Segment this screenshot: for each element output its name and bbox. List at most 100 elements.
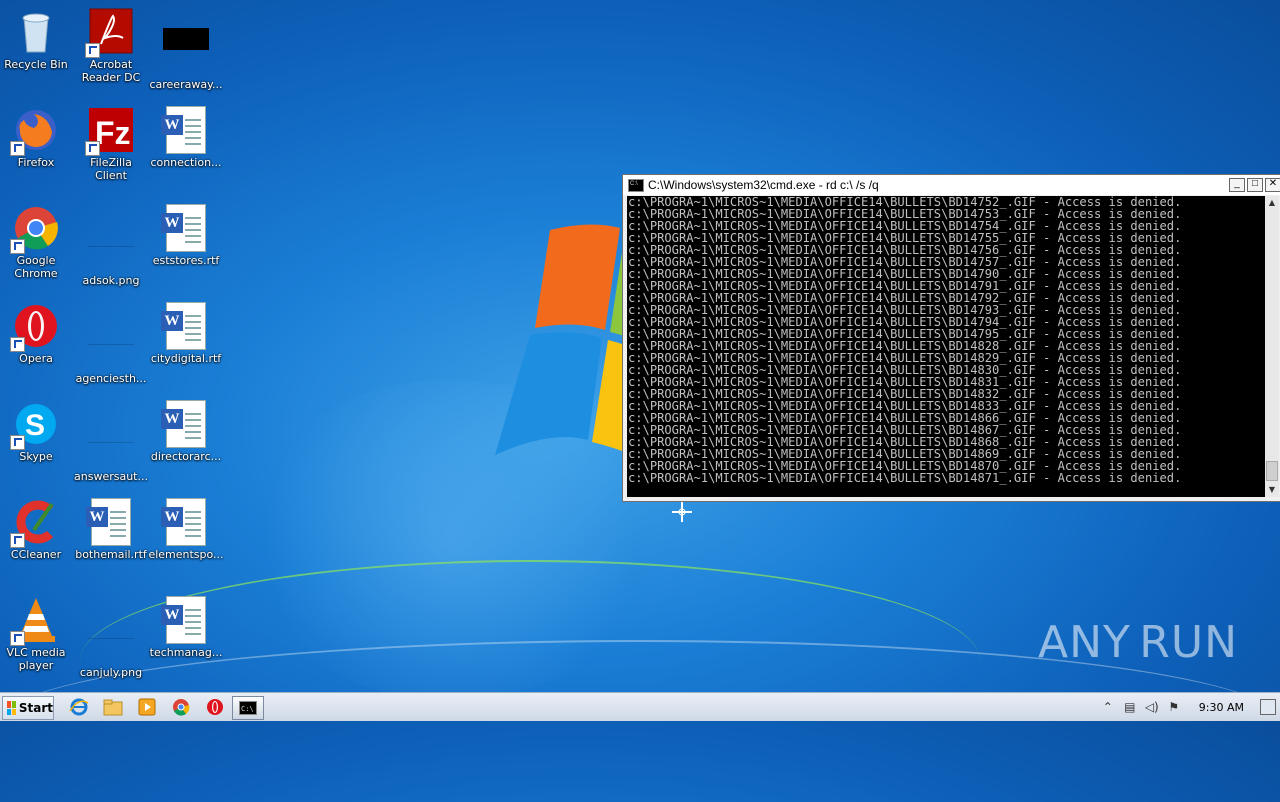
- word-doc-icon: W: [162, 498, 210, 546]
- scroll-up-icon[interactable]: ▲: [1265, 196, 1279, 210]
- desktop-icon-label: VLC media player: [0, 646, 74, 672]
- desktop-icon-answersaut[interactable]: answersaut...: [73, 396, 149, 486]
- cmd-line: c:\PROGRA~1\MICROS~1\MEDIA\OFFICE14\BULL…: [628, 472, 1265, 484]
- desktop-icon-label: bothemail.rtf: [73, 548, 149, 561]
- taskbar: Start C:\ ⌃ ▤ ◁) ⚑ 9:30 AM: [0, 692, 1280, 721]
- skype-icon: S: [12, 400, 60, 448]
- minimize-button[interactable]: _: [1229, 178, 1245, 192]
- cmd-icon: C:\: [239, 701, 257, 715]
- desktop-icon-filezilla[interactable]: Fz FileZilla Client: [73, 102, 149, 192]
- desktop-icon-label: careeraway...: [148, 78, 224, 91]
- desktop-icon-elementspo[interactable]: W elementspo...: [148, 494, 224, 584]
- desktop-icon-recycle-bin[interactable]: Recycle Bin: [0, 4, 74, 94]
- desktop-icon-bothemail[interactable]: W bothemail.rtf: [73, 494, 149, 584]
- windows-flag-icon: [7, 701, 16, 715]
- svg-text:S: S: [25, 409, 45, 442]
- cmd-title-bar[interactable]: C:\Windows\system32\cmd.exe - rd c:\ /s …: [623, 175, 1280, 195]
- desktop-icon-canjuly[interactable]: canjuly.png: [73, 592, 149, 682]
- desktop-icon-label: agenciesth...: [73, 372, 149, 385]
- desktop-icon-acrobat[interactable]: Acrobat Reader DC: [73, 4, 149, 94]
- desktop-icon-label: Recycle Bin: [0, 58, 74, 71]
- cmd-window[interactable]: C:\Windows\system32\cmd.exe - rd c:\ /s …: [622, 174, 1280, 502]
- desktop-icon-adsok[interactable]: adsok.png: [73, 200, 149, 290]
- filezilla-icon: Fz: [87, 106, 135, 154]
- scroll-down-icon[interactable]: ▼: [1265, 483, 1279, 497]
- file-explorer-icon[interactable]: [102, 697, 124, 717]
- desktop-icon-label: connection...: [148, 156, 224, 169]
- ccleaner-icon: [12, 498, 60, 546]
- desktop-icon-careeraway[interactable]: careeraway...: [148, 4, 224, 94]
- desktop-icon-label: Skype: [0, 450, 74, 463]
- desktop-icon-techmanag[interactable]: W techmanag...: [148, 592, 224, 682]
- watermark-text-left: ANY: [1038, 617, 1131, 668]
- desktop-icon-label: FileZilla Client: [73, 156, 149, 182]
- cmd-title-text: C:\Windows\system32\cmd.exe - rd c:\ /s …: [648, 178, 1229, 192]
- image-file-icon: [87, 224, 135, 272]
- word-doc-icon: W: [162, 204, 210, 252]
- word-doc-icon: W: [162, 596, 210, 644]
- cmd-icon: [628, 179, 644, 192]
- desktop-icon-skype[interactable]: S Skype: [0, 396, 74, 486]
- cmd-taskbar-button[interactable]: C:\: [232, 696, 264, 720]
- desktop-icon-connection[interactable]: W connection...: [148, 102, 224, 192]
- recycle-bin-icon: [12, 8, 60, 56]
- word-doc-icon: W: [87, 498, 135, 546]
- desktop-icon-ccleaner[interactable]: CCleaner: [0, 494, 74, 584]
- network-icon[interactable]: ▤: [1122, 699, 1138, 715]
- image-file-icon: [87, 322, 135, 370]
- desktop-icon-label: canjuly.png: [73, 666, 149, 679]
- desktop-icon-eststores[interactable]: W eststores.rtf: [148, 200, 224, 290]
- image-file-icon: [87, 616, 135, 664]
- desktop-icon-label: Opera: [0, 352, 74, 365]
- scroll-thumb[interactable]: [1266, 461, 1278, 481]
- opera-icon[interactable]: [204, 697, 226, 717]
- opera-icon: [12, 302, 60, 350]
- chrome-icon[interactable]: [170, 697, 192, 717]
- image-file-icon: [87, 420, 135, 468]
- media-player-icon[interactable]: [136, 697, 158, 717]
- internet-explorer-icon[interactable]: [68, 697, 90, 717]
- desktop-icon-agenciesth[interactable]: agenciesth...: [73, 298, 149, 388]
- flag-icon[interactable]: ⚑: [1166, 699, 1182, 715]
- desktop-icon-citydigital[interactable]: W citydigital.rtf: [148, 298, 224, 388]
- desktop-icon-label: answersaut...: [73, 470, 149, 483]
- vlc-icon: [12, 596, 60, 644]
- chrome-icon: [12, 204, 60, 252]
- desktop-icon-directorarc[interactable]: W directorarc...: [148, 396, 224, 486]
- watermark-text-right: RUN: [1139, 617, 1238, 668]
- start-label: Start: [19, 701, 53, 715]
- show-desktop-button[interactable]: [1260, 699, 1276, 715]
- desktop-icon-label: CCleaner: [0, 548, 74, 561]
- desktop-icon-chrome[interactable]: Google Chrome: [0, 200, 74, 290]
- word-doc-icon: W: [162, 302, 210, 350]
- desktop-icon-label: directorarc...: [148, 450, 224, 463]
- svg-text:Fz: Fz: [95, 115, 131, 151]
- close-button[interactable]: ✕: [1265, 178, 1280, 192]
- anyrun-watermark: ANY RUN: [1038, 612, 1238, 672]
- desktop-icon-label: Firefox: [0, 156, 74, 169]
- desktop-icon-label: citydigital.rtf: [148, 352, 224, 365]
- cursor-icon: [672, 502, 692, 522]
- desktop-icon-label: elementspo...: [148, 548, 224, 561]
- acrobat-icon: [87, 8, 135, 56]
- volume-icon[interactable]: ◁): [1144, 699, 1160, 715]
- firefox-icon: [12, 106, 60, 154]
- chevron-up-icon[interactable]: ⌃: [1100, 699, 1116, 715]
- desktop-icon-firefox[interactable]: Firefox: [0, 102, 74, 192]
- word-doc-icon: W: [162, 106, 210, 154]
- desktop-icon-vlc[interactable]: VLC media player: [0, 592, 74, 682]
- maximize-button[interactable]: □: [1247, 178, 1263, 192]
- cmd-output[interactable]: c:\PROGRA~1\MICROS~1\MEDIA\OFFICE14\BULL…: [627, 196, 1265, 497]
- desktop-icon-label: eststores.rtf: [148, 254, 224, 267]
- start-button[interactable]: Start: [2, 696, 54, 720]
- desktop-icon-label: adsok.png: [73, 274, 149, 287]
- clock[interactable]: 9:30 AM: [1199, 701, 1244, 714]
- desktop-icon-label: Acrobat Reader DC: [73, 58, 149, 84]
- desktop-icon-label: Google Chrome: [0, 254, 74, 280]
- desktop-icon-opera[interactable]: Opera: [0, 298, 74, 388]
- svg-text:C:\: C:\: [241, 705, 254, 713]
- file-icon: [162, 28, 210, 76]
- system-tray: ⌃ ▤ ◁) ⚑ 9:30 AM: [1097, 693, 1280, 721]
- cmd-scrollbar[interactable]: ▲ ▼: [1265, 196, 1279, 497]
- word-doc-icon: W: [162, 400, 210, 448]
